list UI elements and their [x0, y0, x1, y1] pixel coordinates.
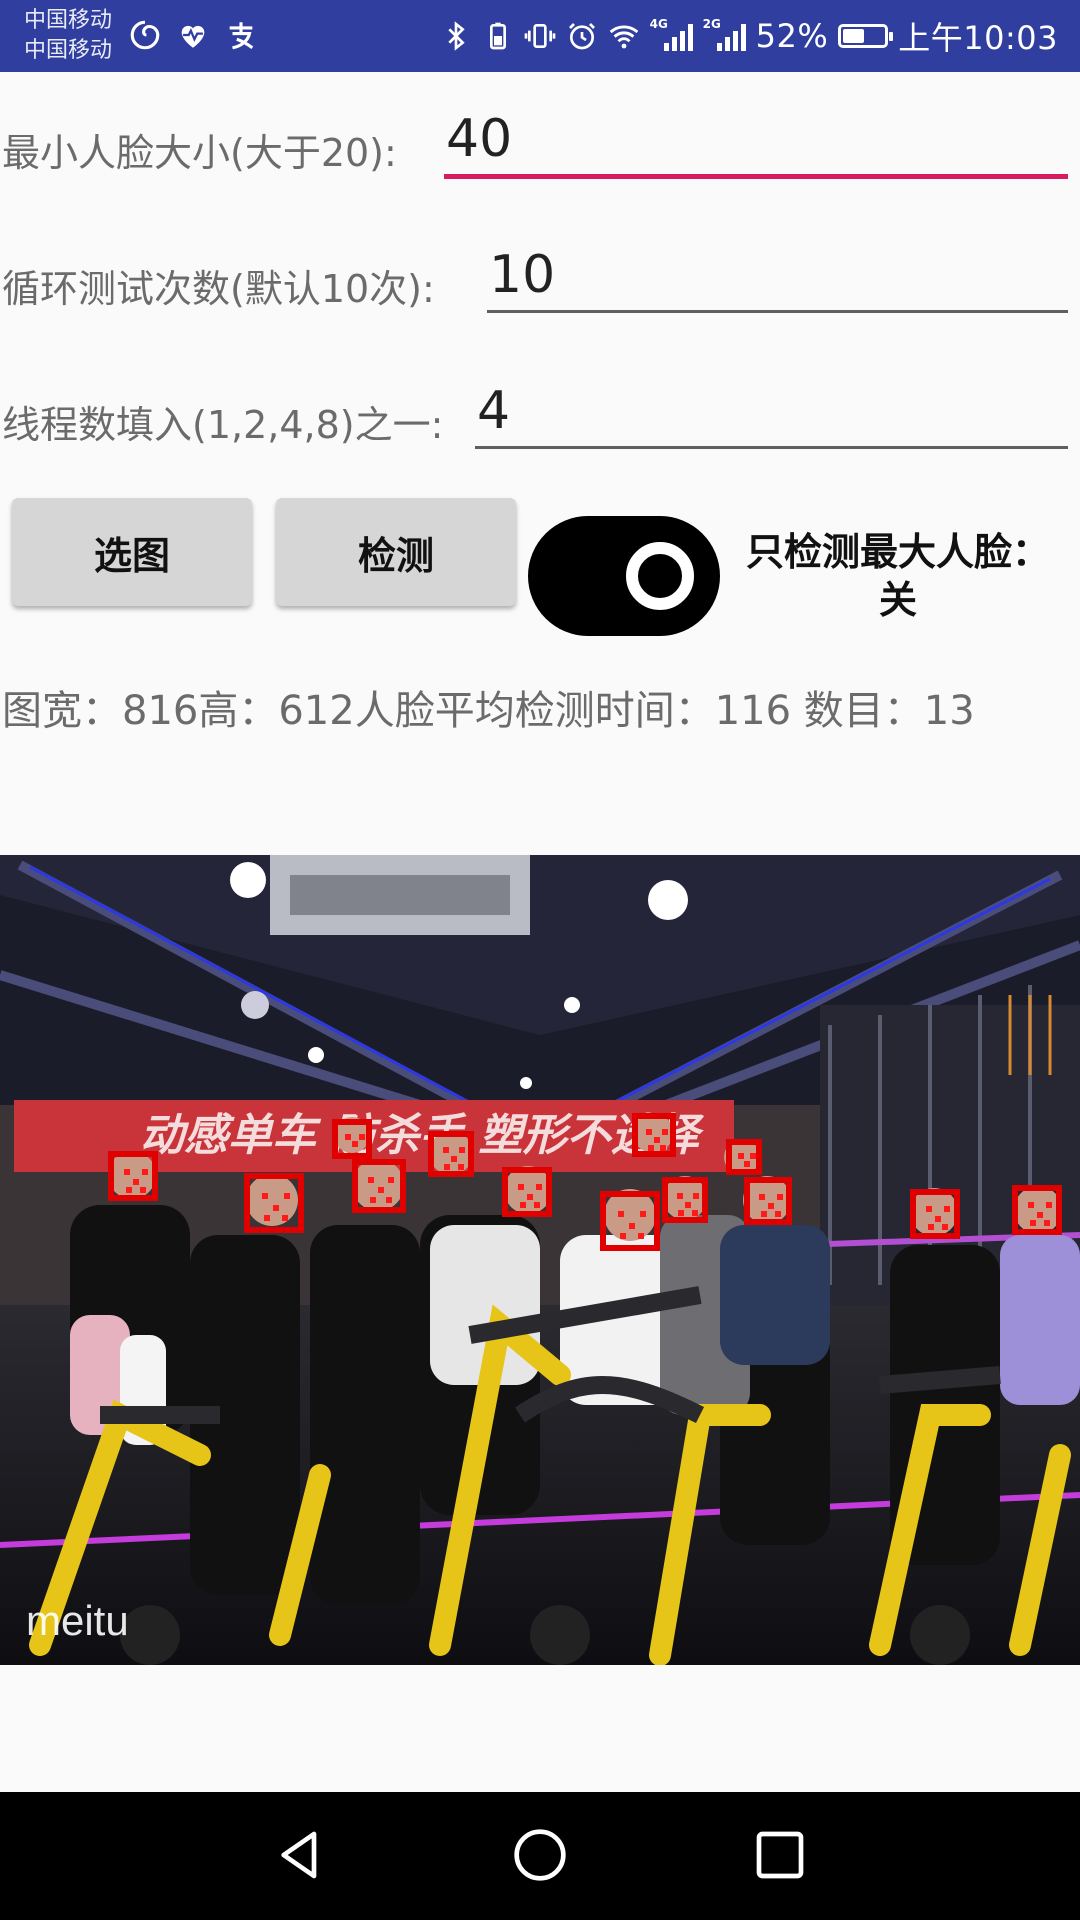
face-box — [1012, 1185, 1062, 1235]
loop-count-field[interactable] — [487, 240, 1068, 313]
network-type-1: 4G — [649, 17, 668, 31]
threads-field[interactable] — [475, 376, 1068, 449]
banner-text: 动感单车 防杀手 塑形不选择 — [140, 1110, 705, 1161]
face-box — [428, 1131, 474, 1177]
loop-count-row: 循环测试次数(默认10次): — [0, 240, 1080, 330]
carrier-2: 中国移动 — [24, 38, 113, 63]
battery-icon — [838, 24, 894, 48]
alarm-icon — [568, 23, 595, 50]
status-bar: 中国移动 中国移动 4G 2G 52% 上午10:03 — [0, 0, 1080, 72]
signal-icon-sim2: 2G — [703, 17, 746, 51]
back-button[interactable] — [252, 1816, 348, 1896]
face-box — [108, 1151, 158, 1201]
loop-count-input[interactable] — [487, 240, 1068, 310]
face-box — [632, 1113, 676, 1157]
detection-image: 动感单车 防杀手 塑形不选择 meitu — [0, 855, 1080, 1665]
result-text: 图宽：816高：612人脸平均检测时间：116 数目：13 — [2, 688, 975, 734]
largest-face-label: 只检测最大人脸：关 — [745, 530, 1050, 622]
min-face-field[interactable] — [444, 104, 1068, 179]
signal-icon-sim1: 4G — [650, 17, 693, 51]
face-box — [910, 1189, 960, 1239]
face-box — [726, 1139, 762, 1175]
face-box — [244, 1173, 304, 1233]
battery-percent: 52% — [755, 17, 829, 55]
clock: 上午10:03 — [898, 19, 1058, 57]
home-button[interactable] — [492, 1816, 588, 1896]
carrier-names: 中国移动 中国移动 — [24, 6, 112, 66]
select-image-button[interactable]: 选图 — [12, 498, 252, 606]
threads-input[interactable] — [475, 376, 1068, 446]
detect-button[interactable]: 检测 — [276, 498, 516, 606]
battery-saver-icon — [489, 22, 506, 50]
network-type-2: 2G — [702, 17, 721, 31]
min-face-row: 最小人脸大小(大于20): — [0, 104, 1080, 194]
face-box — [744, 1177, 792, 1225]
wifi-icon — [609, 25, 638, 49]
face-box — [600, 1191, 660, 1251]
face-box — [662, 1177, 708, 1223]
largest-face-toggle[interactable] — [528, 516, 720, 636]
face-box — [502, 1167, 552, 1217]
notification-icons — [128, 18, 258, 52]
heart-pulse-icon — [181, 25, 205, 48]
home-circle-icon — [514, 1828, 566, 1881]
battery-level — [843, 29, 865, 43]
min-face-label: 最小人脸大小(大于20): — [2, 131, 397, 175]
bluetooth-icon — [448, 21, 465, 51]
swirl-icon — [130, 20, 160, 50]
alipay-icon — [229, 22, 254, 50]
vibrate-icon — [524, 24, 555, 48]
gym-photo: 动感单车 防杀手 塑形不选择 — [0, 855, 1080, 1665]
face-box — [352, 1159, 406, 1213]
navigation-bar — [0, 1792, 1080, 1920]
threads-row: 线程数填入(1,2,4,8)之一: — [0, 376, 1080, 466]
min-face-input[interactable] — [444, 104, 1068, 174]
recents-square-icon — [756, 1831, 804, 1878]
face-box — [332, 1119, 372, 1159]
watermark: meitu — [26, 1597, 129, 1644]
back-triangle-icon — [281, 1831, 317, 1878]
recents-button[interactable] — [732, 1816, 828, 1896]
toggle-knob — [626, 542, 694, 610]
carrier-1: 中国移动 — [24, 8, 113, 33]
system-icons: 4G 2G 52% 上午10:03 — [440, 0, 1058, 72]
loop-count-label: 循环测试次数(默认10次): — [2, 267, 435, 311]
threads-label: 线程数填入(1,2,4,8)之一: — [2, 403, 444, 447]
